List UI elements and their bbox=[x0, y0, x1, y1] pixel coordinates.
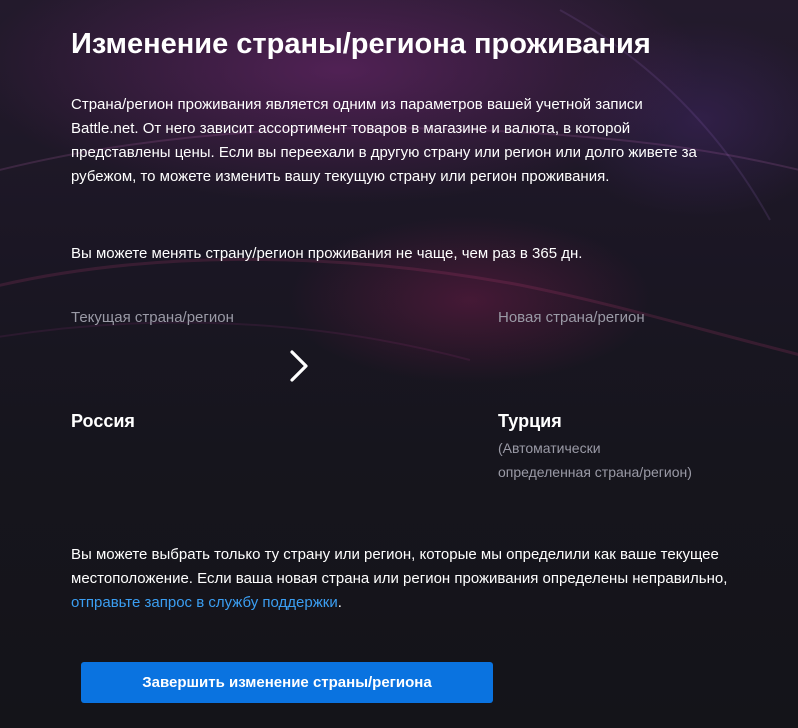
support-note: Вы можете выбрать только ту страну или р… bbox=[71, 543, 731, 615]
new-region-value: Турция bbox=[498, 411, 562, 431]
support-note-end: . bbox=[337, 594, 342, 611]
change-limit-note: Вы можете менять страну/регион проживани… bbox=[71, 245, 583, 262]
chevron-right-icon bbox=[290, 350, 308, 382]
current-region-label: Текущая страна/регион bbox=[71, 309, 234, 326]
auto-detected-note-line2: определенная страна/регион) bbox=[498, 464, 692, 480]
support-note-text: Вы можете выбрать только ту страну или р… bbox=[71, 546, 728, 587]
intro-paragraph: Страна/регион проживания является одним … bbox=[71, 96, 697, 185]
new-region-label: Новая страна/регион bbox=[498, 309, 645, 326]
complete-region-change-button[interactable]: Завершить изменение страны/региона bbox=[81, 662, 493, 703]
auto-detected-note: (Автоматически определенная страна/регио… bbox=[498, 436, 692, 484]
auto-detected-note-line1: (Автоматически bbox=[498, 440, 601, 456]
page-title: Изменение страны/региона проживания bbox=[71, 28, 651, 60]
current-region-value: Россия bbox=[71, 411, 135, 431]
support-request-link[interactable]: отправьте запрос в службу поддержки bbox=[71, 594, 338, 611]
